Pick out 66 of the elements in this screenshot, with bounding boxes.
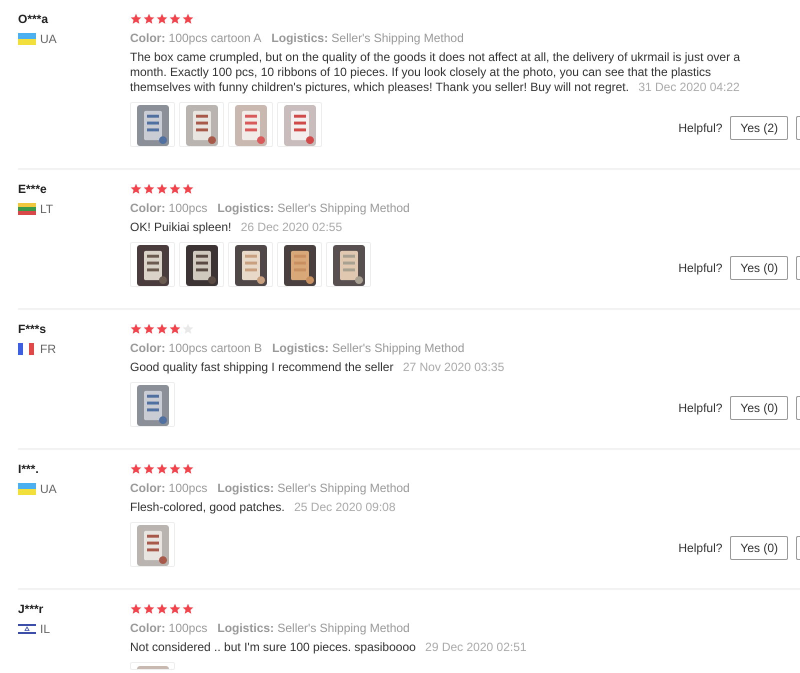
review-text: Good quality fast shipping I recommend the seller 27 Nov 2020 03:35 xyxy=(130,360,504,375)
vote-button[interactable] xyxy=(796,536,800,560)
flag-icon xyxy=(18,483,36,495)
star-icon xyxy=(130,323,142,335)
logistics-info: Logistics: Seller's Shipping Method xyxy=(217,620,410,637)
country-code: LT xyxy=(40,201,54,218)
helpful-label: Helpful? xyxy=(678,260,722,277)
star-icon xyxy=(156,603,168,615)
yes-button[interactable]: Yes (2) xyxy=(730,116,788,140)
star-icon xyxy=(169,323,181,335)
review-text: OK! Puikiai spleen! 26 Dec 2020 02:55 xyxy=(130,220,342,235)
star-icon xyxy=(182,603,194,615)
vote-button[interactable] xyxy=(796,116,800,140)
logistics-info: Logistics: Seller's Shipping Method xyxy=(271,30,464,47)
color-info: Color: 100pcs cartoon A xyxy=(130,30,262,47)
color-info: Color: 100pcs xyxy=(130,200,208,217)
yes-button[interactable]: Yes (0) xyxy=(730,536,788,560)
star-icon xyxy=(182,183,194,195)
review-text: Not considered .. but I'm sure 100 pieces. spasiboooo 29 Dec 2020 02:51 xyxy=(130,640,527,655)
logistics-info: Logistics: Seller's Shipping Method xyxy=(217,480,410,497)
star-icon xyxy=(130,463,142,475)
star-icon xyxy=(130,183,142,195)
review-text: Flesh-colored, good patches. 25 Dec 2020 09:08 xyxy=(130,500,396,515)
flag-icon xyxy=(18,203,36,215)
user-name: E***e xyxy=(18,181,48,197)
star-icon xyxy=(156,183,168,195)
star-icon xyxy=(143,13,155,25)
star-icon xyxy=(169,183,181,195)
star-icon xyxy=(130,13,142,25)
helpful-label: Helpful? xyxy=(678,540,722,557)
star-icon xyxy=(169,463,181,475)
helpful-label: Helpful? xyxy=(678,120,722,137)
yes-button[interactable]: Yes (0) xyxy=(730,396,788,420)
helpful-label: Helpful? xyxy=(678,400,722,417)
star-icon xyxy=(156,463,168,475)
logistics-info: Logistics: Seller's Shipping Method xyxy=(217,200,410,217)
star-icon xyxy=(143,323,155,335)
star-icon xyxy=(182,463,194,475)
color-info: Color: 100pcs xyxy=(130,480,208,497)
star-icon xyxy=(169,603,181,615)
color-info: Color: 100pcs cartoon B xyxy=(130,340,262,357)
flag-icon xyxy=(18,623,36,635)
star-icon xyxy=(156,13,168,25)
country-code: IL xyxy=(40,621,50,638)
star-icon xyxy=(130,603,142,615)
vote-button[interactable] xyxy=(796,396,800,420)
user-name: O***a xyxy=(18,11,50,27)
star-icon xyxy=(143,603,155,615)
star-icon xyxy=(156,323,168,335)
star-icon xyxy=(143,183,155,195)
country-code: UA xyxy=(40,481,57,498)
vote-button[interactable] xyxy=(796,256,800,280)
color-info: Color: 100pcs xyxy=(130,620,208,637)
flag-icon xyxy=(18,33,36,45)
user-name: J***r xyxy=(18,601,44,617)
review-text: The box came crumpled, but on the quality of the goods it does not affect at all, the delivery of ukrmail is just over a month. Exactly 100 pcs, 10 ribbons of 10 pieces. If you look closely at the photo, you can see that the plastics themselves with funny children's pictures, which pleases! Thank you seller! Buy will not regret. 31 Dec 2020 04:22 xyxy=(130,50,742,95)
star-icon xyxy=(182,13,194,25)
star-icon xyxy=(169,13,181,25)
country-code: UA xyxy=(40,31,57,48)
logistics-info: Logistics: Seller's Shipping Method xyxy=(272,340,464,357)
flag-icon xyxy=(18,343,36,355)
country-code: FR xyxy=(40,341,56,358)
star-icon xyxy=(143,463,155,475)
user-name: F***s xyxy=(18,321,48,337)
yes-button[interactable]: Yes (0) xyxy=(730,256,788,280)
user-name: I***. xyxy=(18,461,40,477)
